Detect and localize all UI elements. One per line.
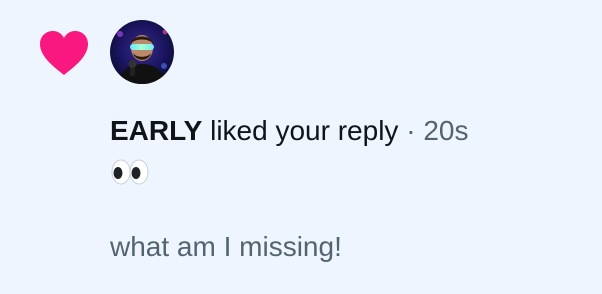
action-text: liked your reply (202, 115, 399, 146)
username-link[interactable]: EARLY (110, 115, 202, 146)
user-avatar[interactable] (110, 20, 174, 84)
separator: · (398, 115, 424, 146)
heart-icon (37, 30, 91, 76)
notification-summary: EARLY liked your reply · 20s (110, 114, 468, 148)
like-notification[interactable]: EARLY liked your reply · 20s what am I m… (0, 0, 602, 294)
reply-text: what am I missing! (110, 231, 342, 262)
timestamp[interactable]: 20s (423, 115, 468, 146)
eyes-emoji (110, 158, 150, 186)
